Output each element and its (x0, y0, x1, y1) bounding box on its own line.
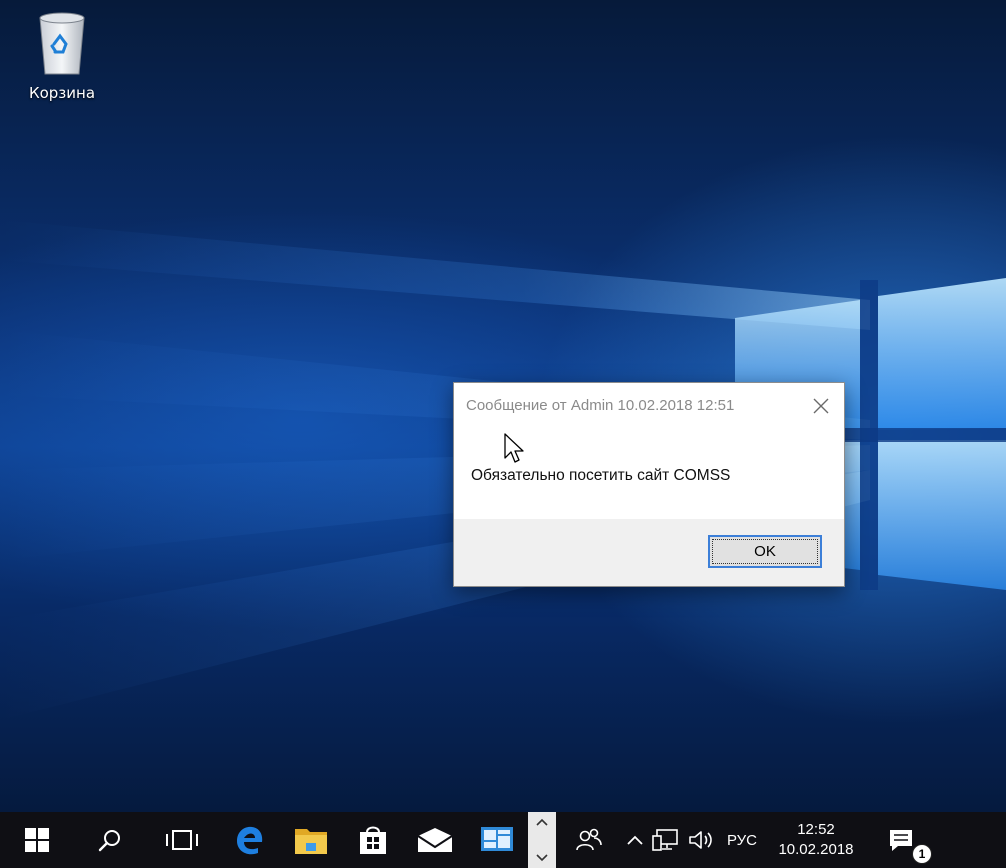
input-language: РУС (726, 831, 758, 849)
taskbar-app-edge[interactable] (218, 812, 280, 868)
people-icon (576, 828, 602, 851)
store-icon (360, 826, 386, 854)
dialog-button-bar: OK (454, 519, 844, 586)
close-icon (813, 398, 829, 414)
search-button[interactable] (74, 812, 146, 868)
task-view-icon (166, 830, 198, 850)
dialog-close-button[interactable] (808, 393, 834, 419)
mouse-cursor-icon (504, 433, 524, 463)
taskbar-app-store[interactable] (342, 812, 404, 868)
clock-time: 12:52 (797, 821, 835, 838)
search-icon (98, 830, 120, 852)
start-button[interactable] (0, 812, 74, 868)
remote-desktop-icon (481, 827, 513, 851)
clock-button[interactable]: 12:52 10.02.2018 (764, 812, 868, 868)
chevron-down-icon[interactable] (536, 854, 548, 862)
clock-date: 10.02.2018 (778, 841, 854, 858)
edge-icon (237, 826, 263, 855)
desktop-icon-label: Корзина (28, 84, 96, 102)
taskbar-app-mail[interactable] (404, 812, 466, 868)
task-view-button[interactable] (146, 812, 218, 868)
mail-icon (417, 828, 453, 852)
chevron-up-icon[interactable] (536, 818, 548, 826)
taskbar-app-remote-desktop[interactable] (466, 812, 528, 868)
taskbar-scroll-buttons[interactable] (528, 812, 556, 868)
network-button[interactable] (648, 812, 684, 868)
dialog-message: Обязательно посетить сайт COMSS (471, 467, 731, 484)
message-dialog: Сообщение от Admin 10.02.2018 12:51 Обяз… (453, 382, 845, 587)
chevron-up-icon (627, 835, 643, 845)
dialog-title: Сообщение от Admin 10.02.2018 12:51 (466, 397, 735, 414)
network-icon (652, 829, 678, 851)
desktop-icon-recycle-bin[interactable]: Корзина (18, 8, 106, 112)
folder-icon (295, 829, 327, 854)
taskbar-app-file-explorer[interactable] (280, 812, 342, 868)
recycle-bin-icon (39, 12, 85, 75)
notification-icon (890, 830, 912, 851)
volume-button[interactable] (684, 812, 720, 868)
people-button[interactable] (556, 812, 622, 868)
notification-badge: 1 (912, 844, 932, 864)
input-language-button[interactable]: РУС (720, 812, 764, 868)
taskbar: РУС 12:52 10.02.2018 1 (0, 812, 1006, 868)
show-hidden-icons-button[interactable] (622, 812, 648, 868)
volume-icon (689, 831, 712, 849)
ok-button[interactable]: OK (708, 535, 822, 568)
windows-logo-icon (25, 828, 49, 852)
action-center-button[interactable]: 1 (868, 812, 934, 868)
